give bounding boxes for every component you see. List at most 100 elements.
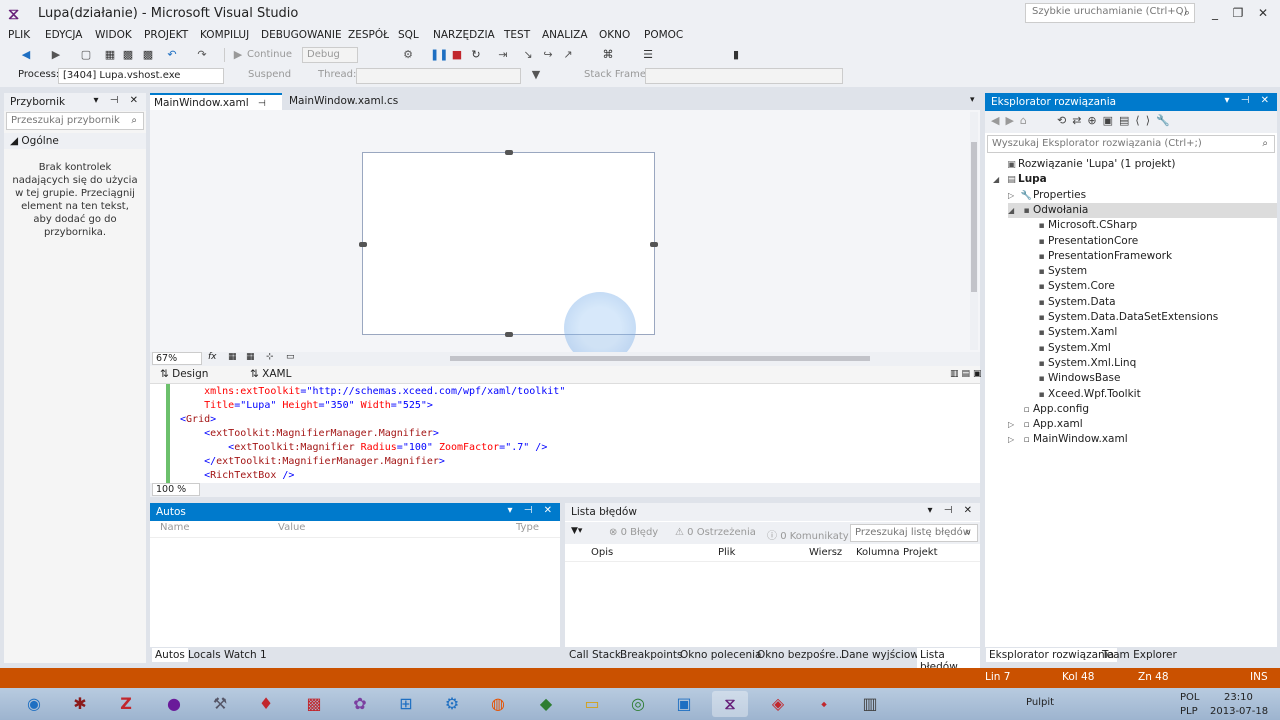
tab-solution-explorer[interactable]: Eksplorator rozwiązania — [986, 648, 1118, 662]
designer-horizontal-scroll-thumb[interactable] — [450, 356, 870, 361]
navigation-icons[interactable]: ◀▶⌂ — [991, 114, 1033, 127]
tab-team-explorer[interactable]: Team Explorer — [1099, 648, 1180, 662]
tab-command-window[interactable]: Okno polecenia — [677, 648, 764, 662]
start-button-icon[interactable]: ◉ — [16, 691, 52, 717]
column-project[interactable]: Projekt — [903, 547, 938, 558]
snap-lines-icon[interactable]: ⊹ — [266, 352, 274, 362]
new-project-icon[interactable]: ▢ — [78, 48, 94, 62]
expand-arrow-icon[interactable]: ◢ — [1008, 203, 1020, 218]
xaml-code-editor[interactable]: xmlns:extToolkit="http://schemas.xceed.c… — [150, 384, 980, 483]
column-type[interactable]: Type — [516, 522, 539, 533]
tab-autos[interactable]: Autos — [152, 648, 188, 662]
resize-handle-bottom[interactable] — [505, 332, 513, 337]
tree-item[interactable]: ▪ System.Xaml — [1023, 325, 1277, 340]
thread-select[interactable] — [356, 68, 521, 84]
save-icon[interactable]: ▩ — [120, 48, 136, 62]
keyboard-layout[interactable]: PLP — [1180, 706, 1198, 717]
clock-time[interactable]: 23:10 — [1224, 692, 1253, 703]
filter-icon[interactable]: ▼ — [528, 68, 544, 82]
back-icon[interactable]: ◀ — [18, 48, 34, 62]
threads-icon[interactable]: ☰ — [640, 48, 656, 62]
window-app-icon[interactable]: ▥ — [852, 691, 888, 717]
column-description[interactable]: Opis — [591, 547, 613, 558]
scroll-thumb[interactable] — [971, 142, 977, 292]
panel-pin-close-icons[interactable]: ▾ ⊣ ✕ — [928, 505, 976, 516]
tree-item[interactable]: ▷ ▫ App.xaml — [1008, 417, 1277, 432]
undo-icon[interactable]: ↶ — [164, 48, 180, 62]
designer-zoom-select[interactable]: 67% — [152, 352, 202, 365]
messages-filter-button[interactable]: ⓘ 0 Komunikaty — [767, 527, 849, 542]
menu-okno[interactable]: OKNO — [599, 29, 630, 41]
open-icon[interactable]: ▦ — [102, 48, 118, 62]
red-app-icon[interactable]: ♦ — [248, 691, 284, 717]
hex-icon[interactable]: ⌘ — [600, 48, 616, 62]
tree-item[interactable]: ▪ System.Xml.Linq — [1023, 356, 1277, 371]
column-name[interactable]: Name — [160, 522, 190, 533]
solution-search-input[interactable]: Wyszukaj Eksplorator rozwiązania (Ctrl+;… — [987, 135, 1275, 153]
menu-sql[interactable]: SQL — [398, 29, 419, 41]
column-line[interactable]: Wiersz — [809, 547, 842, 558]
grid-icon[interactable]: ▦ — [228, 352, 237, 362]
tree-item[interactable]: ▪ Microsoft.CSharp — [1023, 218, 1277, 233]
tab-output[interactable]: Dane wyjściowe — [838, 648, 928, 662]
tab-xaml[interactable]: ⇅ XAML — [250, 368, 291, 380]
tree-item[interactable]: ▪ System.Data.DataSetExtensions — [1023, 310, 1277, 325]
tree-item[interactable]: ◢ ▪ Odwołania — [1008, 202, 1277, 218]
network-app-icon[interactable]: ⊞ — [388, 691, 424, 717]
continue-icon[interactable]: ▶ — [230, 48, 246, 62]
solution-toolbar-icons[interactable]: ⟲⇄⊕▣▤⟨⟩🔧 — [1057, 114, 1176, 127]
gear-app-icon[interactable]: ⚙ — [434, 691, 470, 717]
tree-item[interactable]: ▪ WindowsBase — [1023, 371, 1277, 386]
filezilla-icon[interactable]: Z — [108, 691, 144, 717]
snap-grid-icon[interactable]: ▦ — [246, 352, 255, 362]
menu-edycja[interactable]: EDYCJA — [45, 29, 82, 41]
tree-item[interactable]: ▪ System — [1023, 264, 1277, 279]
desktop-label[interactable]: Pulpit — [1026, 697, 1054, 708]
restart-icon[interactable]: ↻ — [468, 48, 484, 62]
step-out-icon[interactable]: ↗ — [560, 48, 576, 62]
column-column[interactable]: Kolumna — [856, 547, 900, 558]
media-app-icon[interactable]: ◈ — [760, 691, 796, 717]
break-all-icon[interactable]: ❚❚ — [430, 48, 448, 62]
menu-debugowanie[interactable]: DEBUGOWANIE — [261, 29, 342, 41]
error-list-search-input[interactable]: Przeszukaj listę błędów ⌕ — [850, 524, 978, 542]
green-app-icon[interactable]: ◆ — [528, 691, 564, 717]
step-into-icon[interactable]: ↘ — [520, 48, 536, 62]
menu-narzedzia[interactable]: NARZĘDZIA — [433, 29, 495, 41]
tree-item[interactable]: ▪ PresentationFramework — [1023, 249, 1277, 264]
panel-pin-close-icons[interactable]: ▾ ⊣ ✕ — [1225, 95, 1273, 106]
chrome-icon[interactable]: ◎ — [620, 691, 656, 717]
folder-icon[interactable]: ▭ — [574, 691, 610, 717]
split-layout-icons[interactable]: ▥▤▣ — [950, 369, 985, 379]
eclipse-icon[interactable]: ● — [156, 691, 192, 717]
pin-icon[interactable]: ⊣ — [258, 99, 266, 109]
errors-filter-button[interactable]: ⊗ 0 Błędy — [609, 527, 658, 538]
tree-item[interactable]: ▫ App.config — [1008, 402, 1277, 417]
tab-immediate-window[interactable]: Okno bezpośre... — [754, 648, 849, 662]
warnings-filter-button[interactable]: ⚠ 0 Ostrzeżenia — [675, 527, 756, 538]
language-indicator[interactable]: POL — [1180, 692, 1199, 703]
menu-zespol[interactable]: ZESPÓŁ — [348, 29, 389, 41]
tab-breakpoints[interactable]: Breakpoints — [617, 648, 686, 662]
menu-kompiluj[interactable]: KOMPILUJ — [200, 29, 249, 41]
tree-item[interactable]: ◢ ▤ Lupa — [993, 172, 1277, 187]
menu-test[interactable]: TEST — [504, 29, 530, 41]
pdf-reader-icon[interactable]: ⬩ — [806, 691, 842, 717]
stop-icon[interactable]: ■ — [449, 48, 465, 62]
remote-desktop-icon[interactable]: ▣ — [666, 691, 702, 717]
menu-plik[interactable]: PLIK — [8, 29, 30, 41]
tree-item[interactable]: ▣ Rozwiązanie 'Lupa' (1 projekt) — [993, 157, 1277, 172]
tools-app-icon[interactable]: ⚒ — [202, 691, 238, 717]
show-next-statement-icon[interactable]: ⇥ — [495, 48, 511, 62]
expand-arrow-icon[interactable]: ▷ — [1008, 188, 1020, 203]
tree-item[interactable]: ▪ PresentationCore — [1023, 234, 1277, 249]
tree-item[interactable]: ▪ Xceed.Wpf.Toolkit — [1023, 387, 1277, 402]
attach-icon[interactable]: ⚙ — [400, 48, 416, 62]
step-over-icon[interactable]: ↪ — [540, 48, 556, 62]
firefox-icon[interactable]: ◍ — [480, 691, 516, 717]
column-file[interactable]: Plik — [718, 547, 735, 558]
maximize-button[interactable]: ❐ — [1228, 4, 1248, 22]
process-select[interactable]: [3404] Lupa.vshost.exe — [58, 68, 224, 84]
photo-app-icon[interactable]: ▩ — [296, 691, 332, 717]
quick-launch-input[interactable]: Szybkie uruchamianie (Ctrl+Q) ⌕ — [1025, 3, 1195, 23]
